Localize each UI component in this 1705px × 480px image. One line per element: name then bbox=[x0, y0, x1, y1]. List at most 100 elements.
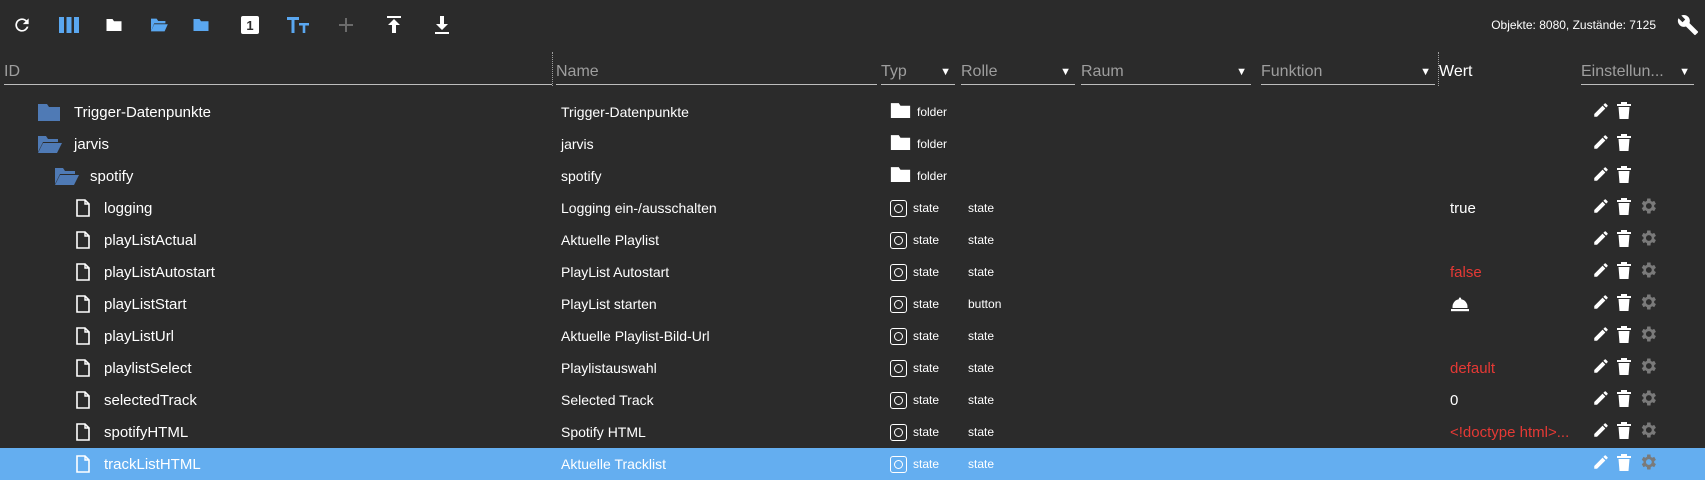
chevron-down-icon[interactable]: ▼ bbox=[1236, 66, 1247, 78]
object-value[interactable]: 0 bbox=[1450, 384, 1458, 416]
table-row[interactable]: Trigger-Datenpunkte Trigger-Datenpunkte fo… bbox=[0, 96, 1705, 128]
row-actions bbox=[1592, 160, 1632, 192]
folder-open-icon[interactable] bbox=[54, 160, 80, 192]
object-value[interactable]: true bbox=[1450, 192, 1476, 224]
header-rolle[interactable]: Rolle ▼ bbox=[961, 52, 1075, 85]
columns-icon[interactable] bbox=[56, 12, 82, 38]
object-type-label: state bbox=[913, 297, 940, 311]
chevron-down-icon[interactable]: ▼ bbox=[1060, 66, 1071, 78]
table-row[interactable]: spotify spotify folder bbox=[0, 160, 1705, 192]
header-typ[interactable]: Typ ▼ bbox=[881, 52, 955, 85]
table-row[interactable]: spotifyHTML Spotify HTML state state <!docty… bbox=[0, 416, 1705, 448]
delete-icon[interactable] bbox=[1616, 357, 1632, 380]
upload-icon[interactable] bbox=[381, 12, 407, 38]
table-row[interactable]: playlistSelect Playlistauswahl state state d… bbox=[0, 352, 1705, 384]
settings-gear-icon[interactable] bbox=[1638, 292, 1658, 316]
object-name: Trigger-Datenpunkte bbox=[561, 104, 689, 120]
text-size-icon[interactable] bbox=[285, 12, 311, 38]
folder-open-icon[interactable] bbox=[37, 128, 63, 160]
edit-icon[interactable] bbox=[1592, 165, 1610, 187]
delete-icon[interactable] bbox=[1616, 101, 1632, 124]
edit-icon[interactable] bbox=[1592, 229, 1610, 251]
chevron-down-icon[interactable]: ▼ bbox=[1679, 66, 1690, 78]
add-icon[interactable] bbox=[333, 12, 359, 38]
download-icon[interactable] bbox=[429, 12, 455, 38]
edit-icon[interactable] bbox=[1592, 325, 1610, 347]
folder-icon[interactable] bbox=[188, 12, 214, 38]
wrench-icon[interactable] bbox=[1677, 14, 1699, 41]
object-type: state bbox=[890, 192, 939, 224]
delete-icon[interactable] bbox=[1616, 261, 1632, 284]
table-row-selected[interactable]: trackListHTML Aktuelle Tracklist state stat… bbox=[0, 448, 1705, 480]
refresh-icon[interactable] bbox=[9, 12, 35, 38]
header-name-label: Name bbox=[556, 63, 599, 80]
folder-icon[interactable] bbox=[37, 96, 61, 128]
table-row[interactable]: jarvis jarvis folder bbox=[0, 128, 1705, 160]
state-icon bbox=[890, 455, 907, 473]
object-value[interactable]: false bbox=[1450, 256, 1482, 288]
header-raum-label: Raum bbox=[1081, 63, 1124, 80]
table-row[interactable]: playListStart PlayList starten state button bbox=[0, 288, 1705, 320]
object-value[interactable]: <!doctype html>... bbox=[1450, 416, 1569, 448]
edit-icon[interactable] bbox=[1592, 389, 1610, 411]
header-id[interactable]: ID bbox=[4, 52, 552, 85]
column-resizer[interactable] bbox=[552, 52, 553, 86]
chevron-down-icon[interactable]: ▼ bbox=[1420, 66, 1431, 78]
header-raum[interactable]: Raum ▼ bbox=[1081, 52, 1251, 85]
header-funktion[interactable]: Funktion ▼ bbox=[1261, 52, 1435, 85]
object-name: jarvis bbox=[561, 136, 594, 152]
chevron-down-icon[interactable]: ▼ bbox=[940, 66, 951, 78]
header-einstellungen[interactable]: Einstellun... ▼ bbox=[1581, 52, 1694, 85]
row-actions bbox=[1592, 96, 1632, 128]
settings-gear-icon[interactable] bbox=[1638, 228, 1658, 252]
edit-icon[interactable] bbox=[1592, 261, 1610, 283]
table-row[interactable]: selectedTrack Selected Track state state 0 bbox=[0, 384, 1705, 416]
table-row[interactable]: playListAutostart PlayList Autostart state… bbox=[0, 256, 1705, 288]
object-value[interactable]: default bbox=[1450, 352, 1495, 384]
edit-icon[interactable] bbox=[1592, 101, 1610, 123]
folder-icon bbox=[890, 102, 911, 122]
table-row[interactable]: playListUrl Aktuelle Playlist-Bild-Url sta… bbox=[0, 320, 1705, 352]
object-id: logging bbox=[104, 199, 153, 217]
table-row[interactable]: playListActual Aktuelle Playlist state stat… bbox=[0, 224, 1705, 256]
edit-icon[interactable] bbox=[1592, 421, 1610, 443]
table-row[interactable]: logging Logging ein-/ausschalten state stat… bbox=[0, 192, 1705, 224]
object-type: folder bbox=[890, 160, 947, 192]
edit-icon[interactable] bbox=[1592, 357, 1610, 379]
object-type: state bbox=[890, 224, 939, 256]
delete-icon[interactable] bbox=[1616, 197, 1632, 220]
delete-icon[interactable] bbox=[1616, 165, 1632, 188]
folder-closed-icon[interactable] bbox=[101, 12, 127, 38]
edit-icon[interactable] bbox=[1592, 453, 1610, 475]
object-name: Aktuelle Tracklist bbox=[561, 456, 667, 472]
column-resizer[interactable] bbox=[1438, 52, 1439, 86]
edit-icon[interactable] bbox=[1592, 197, 1610, 219]
settings-gear-icon[interactable] bbox=[1638, 260, 1658, 284]
delete-icon[interactable] bbox=[1616, 229, 1632, 252]
settings-gear-icon[interactable] bbox=[1638, 196, 1658, 220]
header-typ-label: Typ bbox=[881, 63, 907, 80]
delete-icon[interactable] bbox=[1616, 293, 1632, 316]
edit-icon[interactable] bbox=[1592, 133, 1610, 155]
settings-gear-icon[interactable] bbox=[1638, 452, 1658, 476]
delete-icon[interactable] bbox=[1616, 453, 1632, 476]
object-name: Selected Track bbox=[561, 392, 654, 408]
header-name[interactable]: Name bbox=[556, 52, 877, 85]
file-icon bbox=[76, 288, 90, 320]
folder-open-icon[interactable] bbox=[146, 12, 172, 38]
bell-icon[interactable] bbox=[1450, 288, 1470, 320]
object-type: state bbox=[890, 352, 939, 384]
delete-icon[interactable] bbox=[1616, 325, 1632, 348]
delete-icon[interactable] bbox=[1616, 133, 1632, 156]
settings-gear-icon[interactable] bbox=[1638, 324, 1658, 348]
row-actions bbox=[1592, 384, 1658, 416]
delete-icon[interactable] bbox=[1616, 421, 1632, 444]
settings-gear-icon[interactable] bbox=[1638, 388, 1658, 412]
object-type: state bbox=[890, 256, 939, 288]
settings-gear-icon[interactable] bbox=[1638, 420, 1658, 444]
edit-icon[interactable] bbox=[1592, 293, 1610, 315]
settings-gear-icon[interactable] bbox=[1638, 356, 1658, 380]
delete-icon[interactable] bbox=[1616, 389, 1632, 412]
object-role: button bbox=[968, 297, 1002, 311]
number-one-icon[interactable]: 1 bbox=[237, 12, 263, 38]
